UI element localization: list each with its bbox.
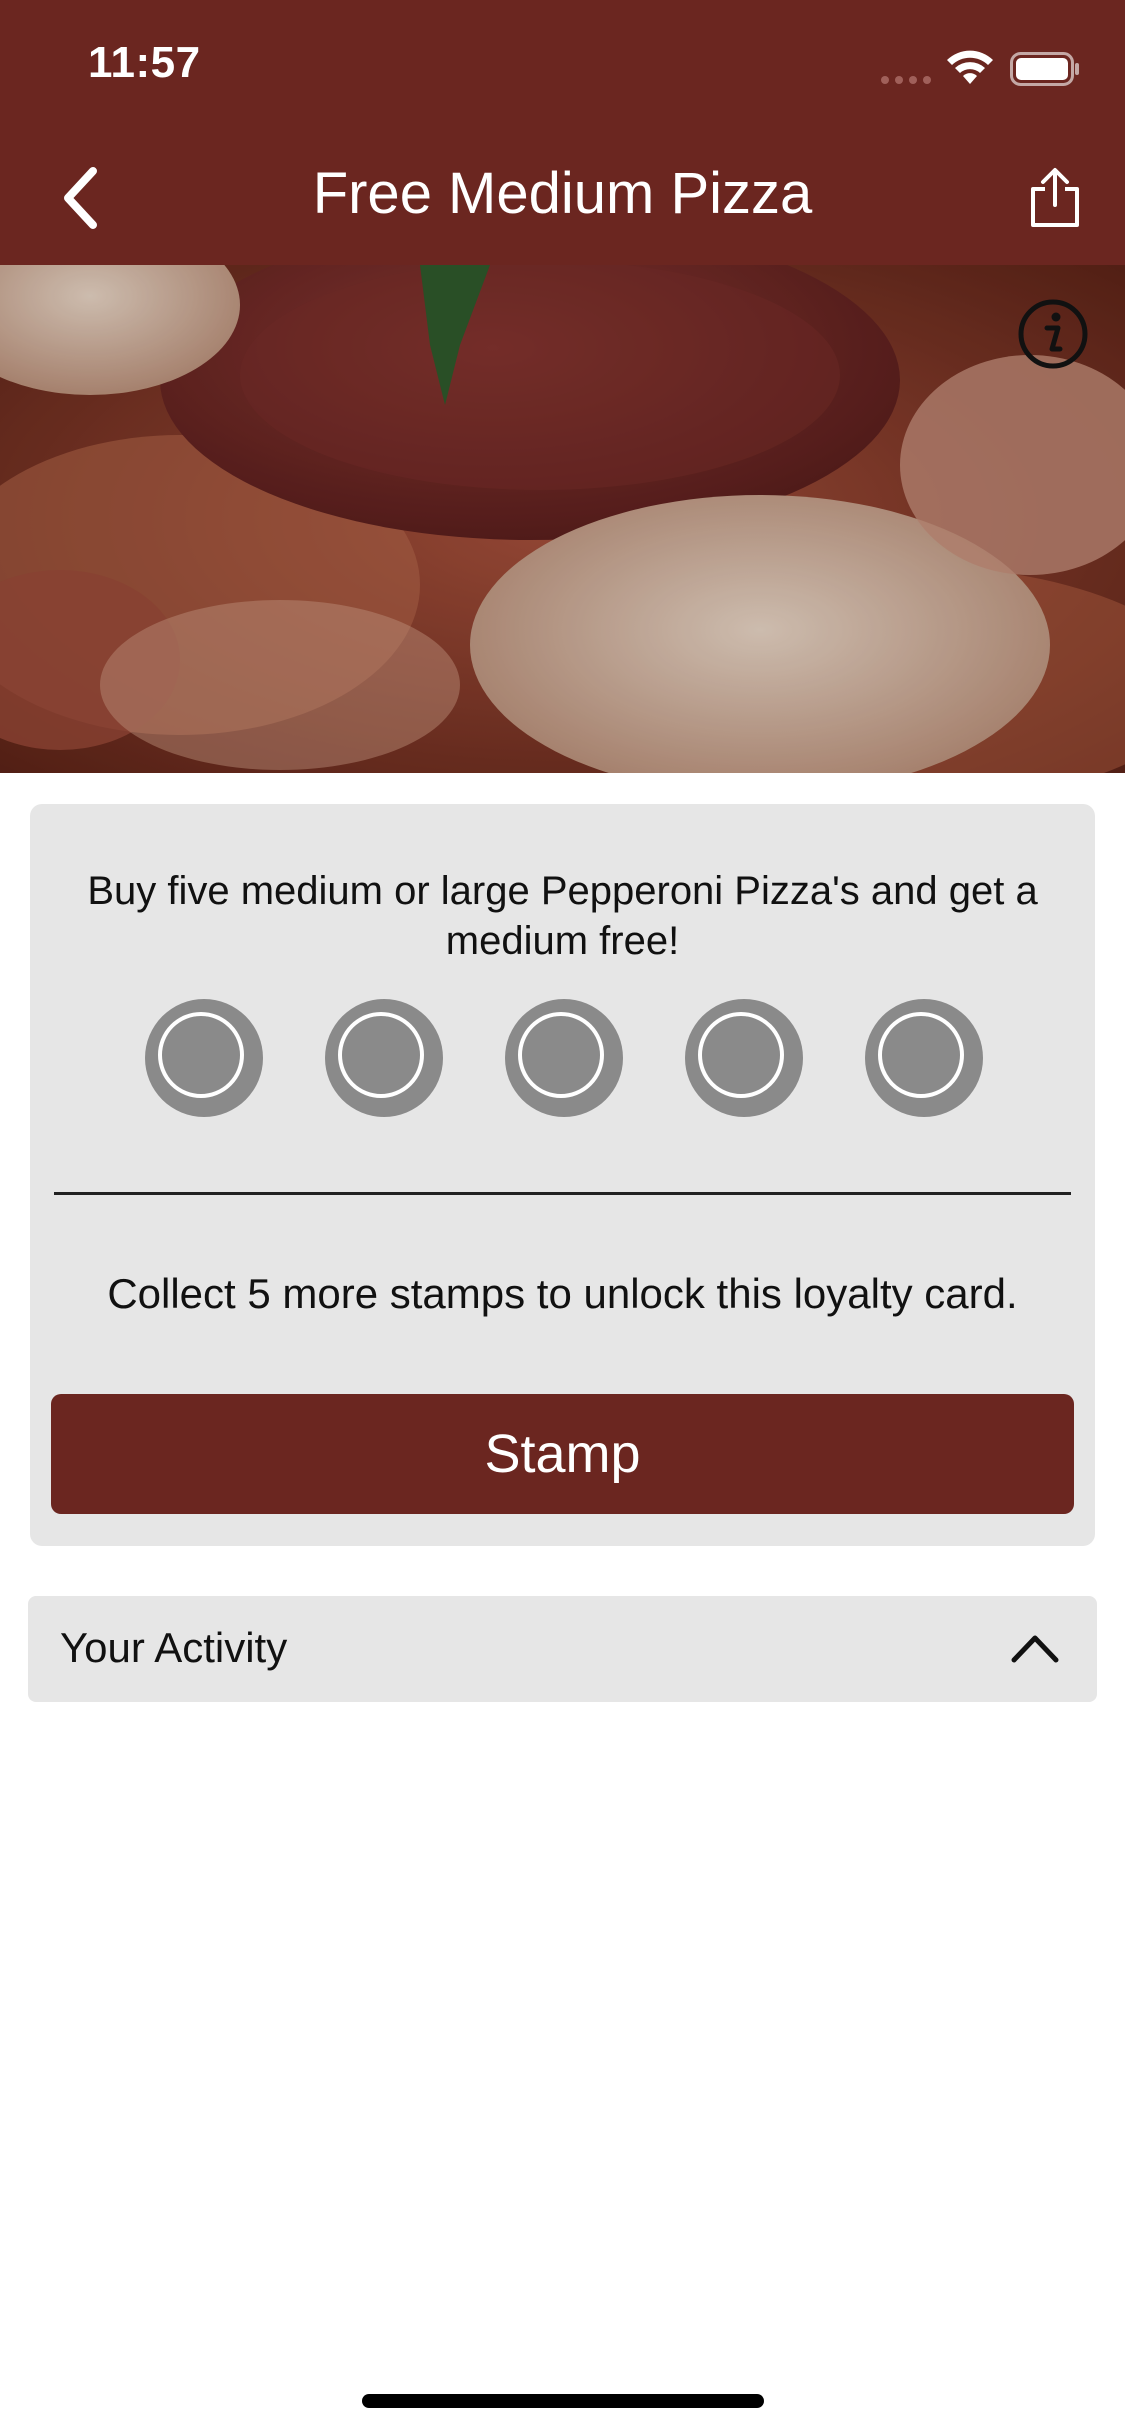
activity-label: Your Activity [60, 1624, 288, 1671]
home-indicator[interactable] [362, 2394, 764, 2408]
stamp-button[interactable]: Stamp [51, 1394, 1074, 1514]
wifi-icon [947, 50, 993, 84]
header: 11:57 Free Medium Pizza [0, 0, 1125, 265]
chevron-up-icon [1011, 1635, 1059, 1663]
chevron-left-icon [64, 167, 97, 229]
status-time: 11:57 [88, 38, 201, 87]
activity-section-header[interactable]: Your Activity [28, 1596, 1097, 1702]
stamp-slot [505, 999, 623, 1117]
pizza-photo [0, 265, 1125, 773]
hero-image [0, 265, 1125, 773]
back-button[interactable] [55, 165, 105, 231]
stamp-slot [685, 999, 803, 1117]
card-description: Buy five medium or large Pepperoni Pizza… [87, 869, 1038, 963]
cellular-signal-icon [881, 76, 931, 84]
loyalty-card-screen: 11:57 Free Medium Pizza Buy five medium … [0, 0, 1125, 2436]
divider [54, 1192, 1071, 1195]
share-icon[interactable] [1025, 165, 1085, 229]
battery-icon [1010, 52, 1079, 86]
stamp-row [30, 999, 1095, 1117]
page-title: Free Medium Pizza [312, 161, 813, 226]
stamp-slot [145, 999, 263, 1117]
collect-message: Collect 5 more stamps to unlock this loy… [107, 1270, 1018, 1317]
stamp-slot [865, 999, 983, 1117]
loyalty-card: Buy five medium or large Pepperoni Pizza… [30, 804, 1095, 1546]
stamp-slot [325, 999, 443, 1117]
info-icon[interactable] [1016, 297, 1090, 371]
